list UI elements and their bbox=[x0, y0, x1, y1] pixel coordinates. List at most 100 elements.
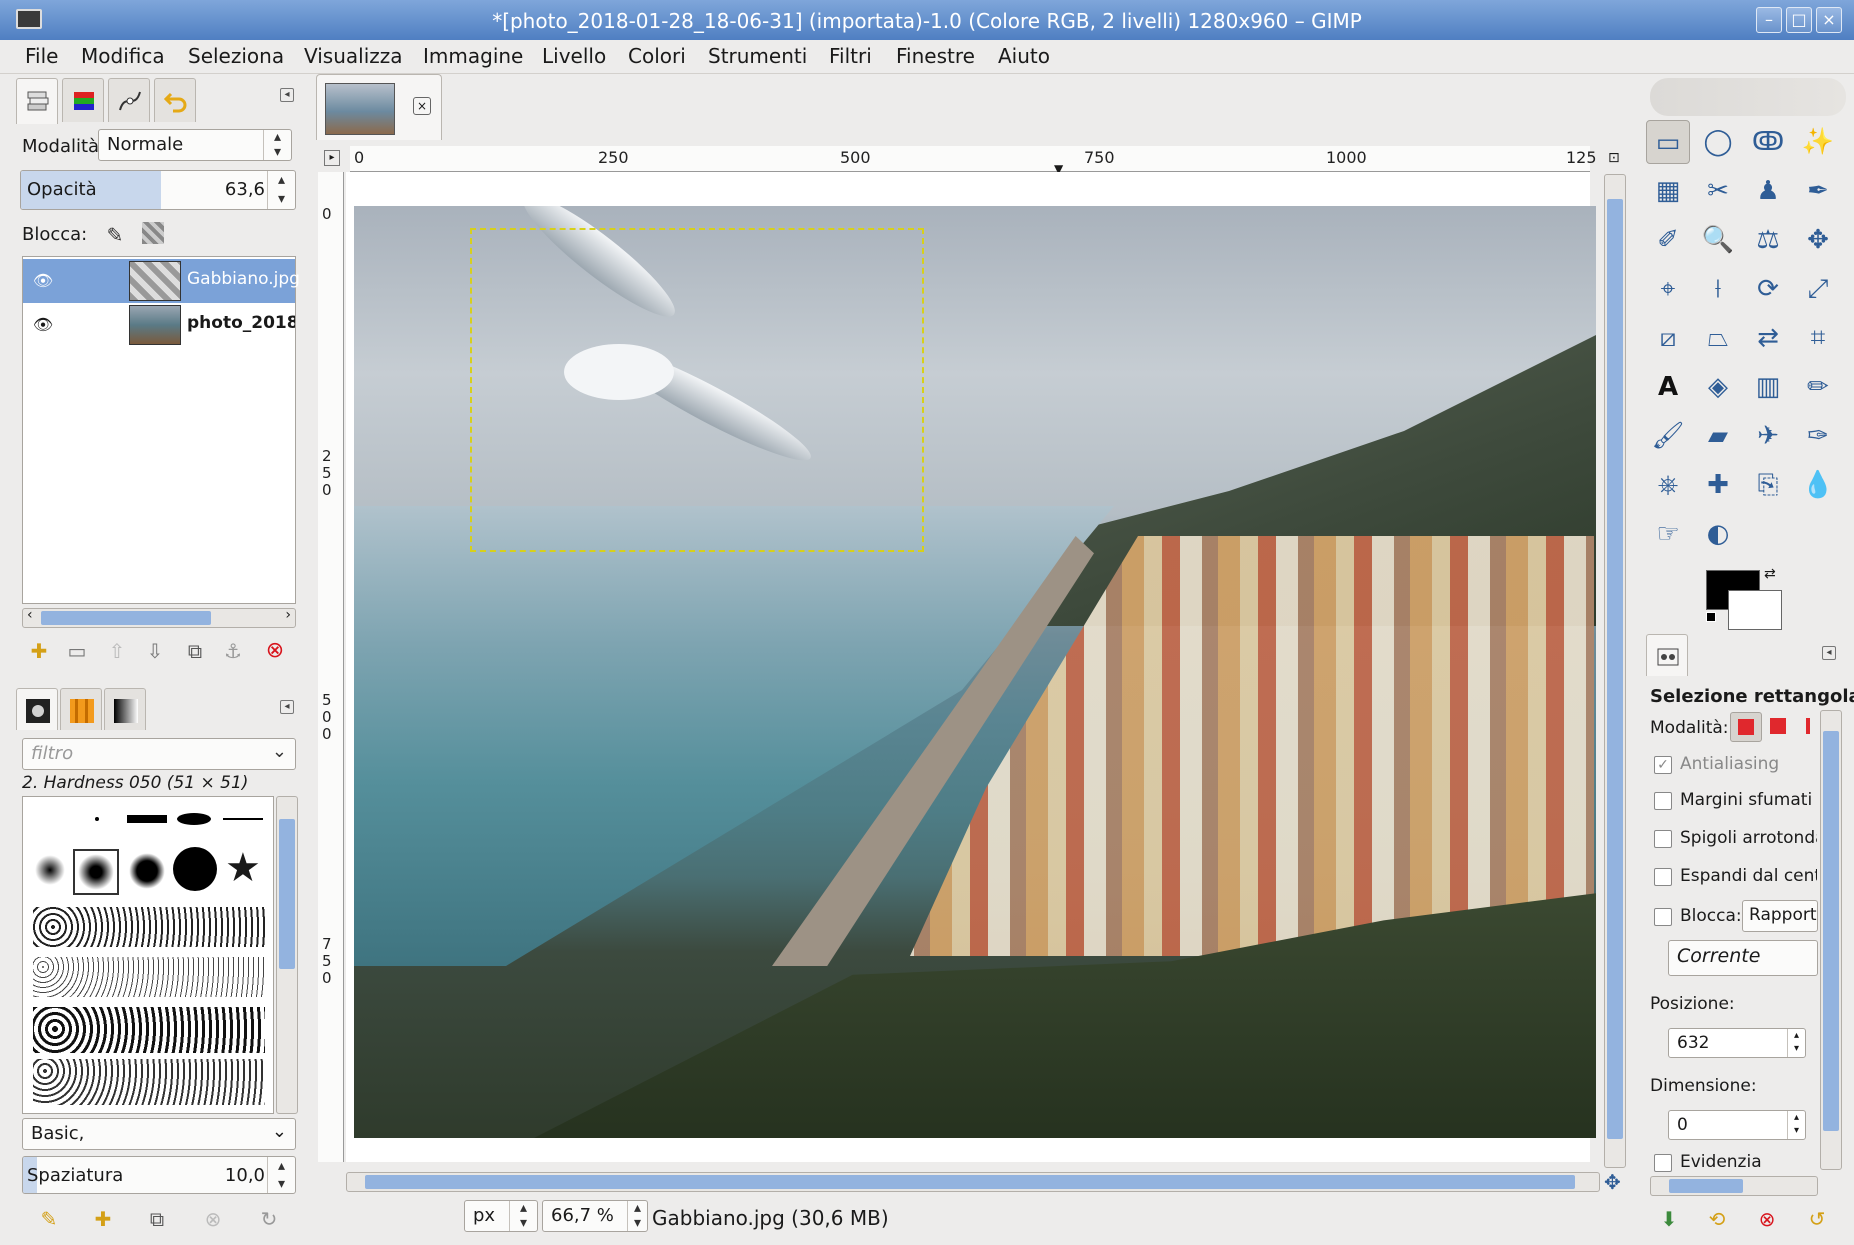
scissors-select-icon[interactable]: ✂ bbox=[1696, 169, 1740, 213]
close-window-button[interactable]: × bbox=[1816, 7, 1842, 33]
free-select-icon[interactable]: ↂ bbox=[1746, 120, 1790, 164]
brush-item[interactable] bbox=[173, 847, 217, 891]
refresh-brushes-icon[interactable]: ↻ bbox=[256, 1206, 282, 1232]
brush-item[interactable] bbox=[95, 817, 99, 821]
perspective-clone-icon[interactable]: ⎘ bbox=[1746, 463, 1790, 507]
visibility-eye-icon[interactable]: 👁 bbox=[31, 315, 55, 334]
lower-layer-icon[interactable]: ⇩ bbox=[142, 638, 168, 664]
measure-tool-icon[interactable]: ⚖ bbox=[1746, 218, 1790, 262]
text-tool-icon[interactable]: A bbox=[1646, 365, 1690, 409]
clone-tool-icon[interactable]: ⎈ bbox=[1646, 463, 1690, 507]
tab-paths[interactable] bbox=[108, 78, 150, 122]
eraser-tool-icon[interactable]: ▰ bbox=[1696, 414, 1740, 458]
brush-item[interactable] bbox=[35, 855, 65, 885]
zoom-select[interactable]: 66,7 % ▴ ▾ bbox=[542, 1200, 648, 1232]
scroll-thumb[interactable] bbox=[1669, 1179, 1743, 1193]
spin-arrows-icon[interactable]: ▴ ▾ bbox=[1787, 1029, 1805, 1057]
lock-checkbox[interactable] bbox=[1654, 908, 1672, 926]
anchor-layer-icon[interactable]: ⚓ bbox=[220, 638, 246, 664]
dock-menu-arrow[interactable]: ◂ bbox=[280, 88, 294, 102]
scroll-thumb[interactable] bbox=[1823, 731, 1839, 1131]
brush-preset-select[interactable]: Basic, ⌄ bbox=[22, 1118, 296, 1150]
menu-modifica[interactable]: Modifica bbox=[81, 44, 165, 68]
brush-item[interactable] bbox=[177, 813, 211, 825]
image-tab[interactable]: × bbox=[316, 74, 442, 140]
vertical-ruler[interactable]: 0 250 500 750 bbox=[318, 172, 344, 1162]
mode-replace-button[interactable] bbox=[1730, 712, 1762, 742]
paintbrush-tool-icon[interactable]: 🖌 bbox=[1646, 414, 1690, 458]
background-color[interactable] bbox=[1728, 590, 1782, 630]
menu-filtri[interactable]: Filtri bbox=[829, 44, 872, 68]
brush-row[interactable] bbox=[33, 1059, 265, 1105]
antialiasing-checkbox[interactable]: ✓ bbox=[1654, 756, 1672, 774]
tab-tool-options[interactable] bbox=[1646, 634, 1688, 676]
menu-livello[interactable]: Livello bbox=[542, 44, 606, 68]
dodge-burn-icon[interactable]: ◐ bbox=[1696, 512, 1740, 556]
swap-colors-icon[interactable]: ⇄ bbox=[1764, 566, 1776, 582]
feather-checkbox[interactable] bbox=[1654, 792, 1672, 810]
scale-tool-icon[interactable]: ⤢ bbox=[1796, 267, 1840, 311]
tool-options-vscrollbar[interactable] bbox=[1820, 710, 1842, 1170]
size-width-field[interactable]: 0 ▴ ▾ bbox=[1668, 1110, 1806, 1140]
tab-layers[interactable] bbox=[16, 78, 58, 124]
raise-layer-icon[interactable]: ⇧ bbox=[104, 638, 130, 664]
scroll-right-icon[interactable]: › bbox=[285, 607, 291, 623]
duplicate-brush-icon[interactable]: ⧉ bbox=[144, 1206, 170, 1232]
lock-alpha-icon[interactable] bbox=[142, 222, 164, 244]
new-brush-icon[interactable]: ✚ bbox=[90, 1206, 116, 1232]
tab-brushes[interactable] bbox=[16, 688, 58, 730]
tab-patterns[interactable] bbox=[60, 688, 102, 730]
menu-colori[interactable]: Colori bbox=[628, 44, 686, 68]
layer-name[interactable]: photo_2018-0 bbox=[187, 313, 295, 333]
star-brush-icon[interactable]: ★ bbox=[225, 845, 261, 891]
layer-row[interactable]: 👁 Gabbiano.jpg bbox=[23, 259, 300, 303]
brush-row[interactable] bbox=[33, 957, 265, 997]
brush-vscrollbar[interactable] bbox=[276, 796, 298, 1114]
perspective-tool-icon[interactable]: ⏢ bbox=[1696, 316, 1740, 360]
reset-tool-options-icon[interactable]: ↺ bbox=[1804, 1206, 1830, 1232]
tab-undo-history[interactable] bbox=[154, 78, 196, 122]
brush-item-selected[interactable] bbox=[73, 849, 119, 895]
lock-aspect-select[interactable]: Rapport bbox=[1742, 900, 1818, 932]
rotate-tool-icon[interactable]: ⟳ bbox=[1746, 267, 1790, 311]
foreground-select-icon[interactable]: ♟ bbox=[1746, 169, 1790, 213]
crop-tool-icon[interactable]: ⟊ bbox=[1696, 267, 1740, 311]
pencil-tool-icon[interactable]: ✏ bbox=[1796, 365, 1840, 409]
menu-strumenti[interactable]: Strumenti bbox=[708, 44, 807, 68]
scroll-thumb[interactable] bbox=[279, 819, 295, 969]
position-x-field[interactable]: 632 ▴ ▾ bbox=[1668, 1028, 1806, 1058]
brush-row[interactable] bbox=[33, 907, 265, 947]
spin-arrows-icon[interactable]: ▴ ▾ bbox=[267, 1157, 295, 1193]
shear-tool-icon[interactable]: ⧄ bbox=[1646, 316, 1690, 360]
aspect-ratio-field[interactable]: Corrente bbox=[1668, 940, 1818, 976]
brush-item[interactable] bbox=[127, 815, 167, 823]
horizontal-ruler[interactable]: 0 250 500 750 1000 125 ▼ bbox=[350, 146, 1597, 176]
color-select-icon[interactable]: ▦ bbox=[1646, 169, 1690, 213]
navigate-icon[interactable]: ✥ bbox=[1604, 1170, 1621, 1194]
canvas-vscrollbar[interactable] bbox=[1604, 174, 1626, 1168]
expand-from-center-checkbox[interactable] bbox=[1654, 868, 1672, 886]
minimize-button[interactable]: – bbox=[1756, 7, 1782, 33]
ink-tool-icon[interactable]: ✑ bbox=[1796, 414, 1840, 458]
selection-marquee[interactable] bbox=[470, 228, 924, 552]
tab-channels[interactable] bbox=[62, 78, 104, 122]
opacity-slider[interactable]: Opacità 63,6 ▴ ▾ bbox=[20, 170, 296, 210]
canvas-hscrollbar[interactable] bbox=[346, 1172, 1600, 1192]
spin-arrows-icon[interactable]: ▴ ▾ bbox=[1787, 1111, 1805, 1139]
scroll-thumb[interactable] bbox=[41, 611, 211, 625]
duplicate-layer-icon[interactable]: ⧉ bbox=[182, 638, 208, 664]
spacing-slider[interactable]: Spaziatura 10,0 ▴ ▾ bbox=[22, 1156, 296, 1194]
delete-layer-icon[interactable]: ⊗ bbox=[262, 638, 288, 664]
brush-filter-input[interactable]: filtro ⌄ bbox=[22, 738, 296, 770]
new-layer-group-icon[interactable]: ▭ bbox=[64, 638, 90, 664]
delete-brush-icon[interactable]: ⊗ bbox=[200, 1206, 226, 1232]
brush-row[interactable] bbox=[33, 1007, 265, 1053]
mode-subtract-button[interactable] bbox=[1806, 718, 1810, 734]
layers-hscrollbar[interactable]: ‹ › bbox=[22, 607, 296, 628]
zoom-tool-icon[interactable]: 🔍 bbox=[1696, 218, 1740, 262]
default-colors-icon[interactable] bbox=[1706, 612, 1716, 622]
menu-file[interactable]: File bbox=[25, 44, 58, 68]
dock-menu-arrow[interactable]: ◂ bbox=[280, 700, 294, 714]
color-picker-icon[interactable]: ✐ bbox=[1646, 218, 1690, 262]
quick-mask-menu-icon[interactable]: ▸ bbox=[324, 150, 340, 166]
